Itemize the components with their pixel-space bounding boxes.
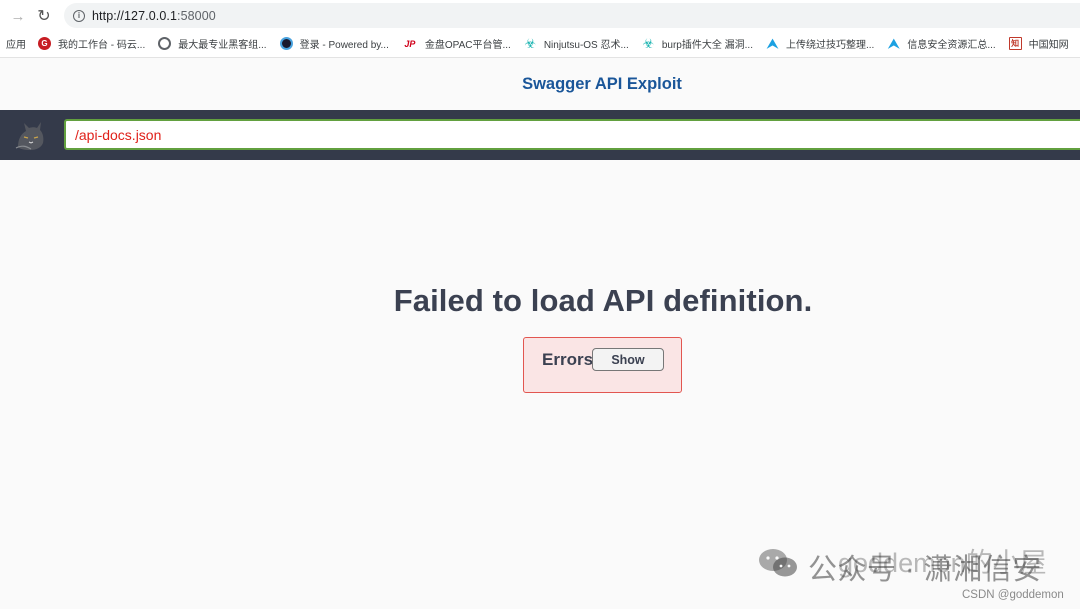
page-title: Swagger API Exploit	[522, 75, 682, 93]
url-port: :58000	[177, 8, 216, 23]
cat-logo-icon	[15, 122, 44, 150]
address-bar[interactable]: i http://127.0.0.1:58000	[64, 3, 1080, 28]
csdn-watermark: CSDN @goddemon	[962, 589, 1064, 601]
show-errors-button[interactable]: Show	[592, 348, 664, 371]
bookmark-burp[interactable]: ☣ burp插件大全 漏洞...	[642, 35, 753, 52]
wechat-icon	[759, 549, 797, 577]
gitee-icon: G	[38, 37, 51, 50]
bookmark-label: 中国知网	[1028, 40, 1069, 51]
bookmark-label: Ninjutsu-OS 忍术...	[543, 40, 629, 51]
bookmark-login[interactable]: 登录 - Powered by...	[279, 36, 389, 51]
watermark-text: 公众号 · 潇湘信安	[808, 554, 1042, 586]
back-arrow-icon[interactable]: →	[8, 6, 28, 26]
bookmark-label: 信息安全资源汇总...	[907, 40, 996, 51]
bookmark-apps[interactable]: 应用	[6, 36, 26, 51]
reload-icon[interactable]: ↻	[34, 6, 54, 26]
bookmark-label: 金盘OPAC平台管...	[424, 40, 511, 51]
bookmarks-bar: 应用 G 我的工作台 - 码云... 最大最专业黑客组... 登录 - Powe…	[0, 31, 1080, 56]
bookmark-gitee[interactable]: G 我的工作台 - 码云...	[38, 36, 145, 51]
dark-circle-icon	[279, 37, 293, 50]
bookmark-label: 上传绕过技巧整理...	[785, 40, 875, 51]
url-host: http://127.0.0.1	[92, 8, 177, 23]
cnki-icon: 知	[1008, 37, 1022, 50]
arrow-icon: ⮝	[766, 35, 779, 51]
url-text[interactable]: http://127.0.0.1:58000	[92, 9, 216, 23]
bookmark-ninjutsu[interactable]: ☣ Ninjutsu-OS 忍术...	[524, 35, 629, 52]
info-icon[interactable]: i	[73, 9, 85, 22]
bookmark-label: 我的工作台 - 码云...	[58, 40, 146, 51]
biohazard-icon: ☣	[642, 35, 655, 51]
browser-chrome: → ↻ i http://127.0.0.1:58000 应用 G 我的工作台 …	[0, 0, 1080, 58]
globe-icon	[158, 37, 172, 50]
bookmark-hacker-group[interactable]: 最大最专业黑客组...	[158, 36, 267, 51]
bookmark-opac[interactable]: JP 金盘OPAC平台管...	[402, 36, 511, 52]
api-url-input[interactable]	[64, 119, 1080, 150]
errors-label: Errors	[542, 350, 594, 369]
arrow-icon: ⮝	[888, 35, 900, 51]
bookmark-upload-bypass[interactable]: ⮝ 上传绕过技巧整理...	[766, 35, 875, 52]
swagger-topbar	[0, 110, 1080, 160]
bookmark-label: 最大最专业黑客组...	[178, 40, 267, 51]
bookmark-infosec[interactable]: ⮝ 信息安全资源汇总...	[887, 35, 996, 52]
bookmark-cnki[interactable]: 知 中国知网	[1008, 36, 1069, 51]
jp-icon: JP	[404, 38, 416, 49]
bookmark-label: 登录 - Powered by...	[299, 40, 389, 51]
error-box: Errors Show	[523, 337, 682, 393]
bookmark-label: burp插件大全 漏洞...	[661, 40, 753, 51]
navigation-row: → ↻ i http://127.0.0.1:58000	[0, 0, 1080, 31]
biohazard-icon: ☣	[524, 35, 537, 51]
error-title: Failed to load API definition.	[393, 283, 813, 318]
